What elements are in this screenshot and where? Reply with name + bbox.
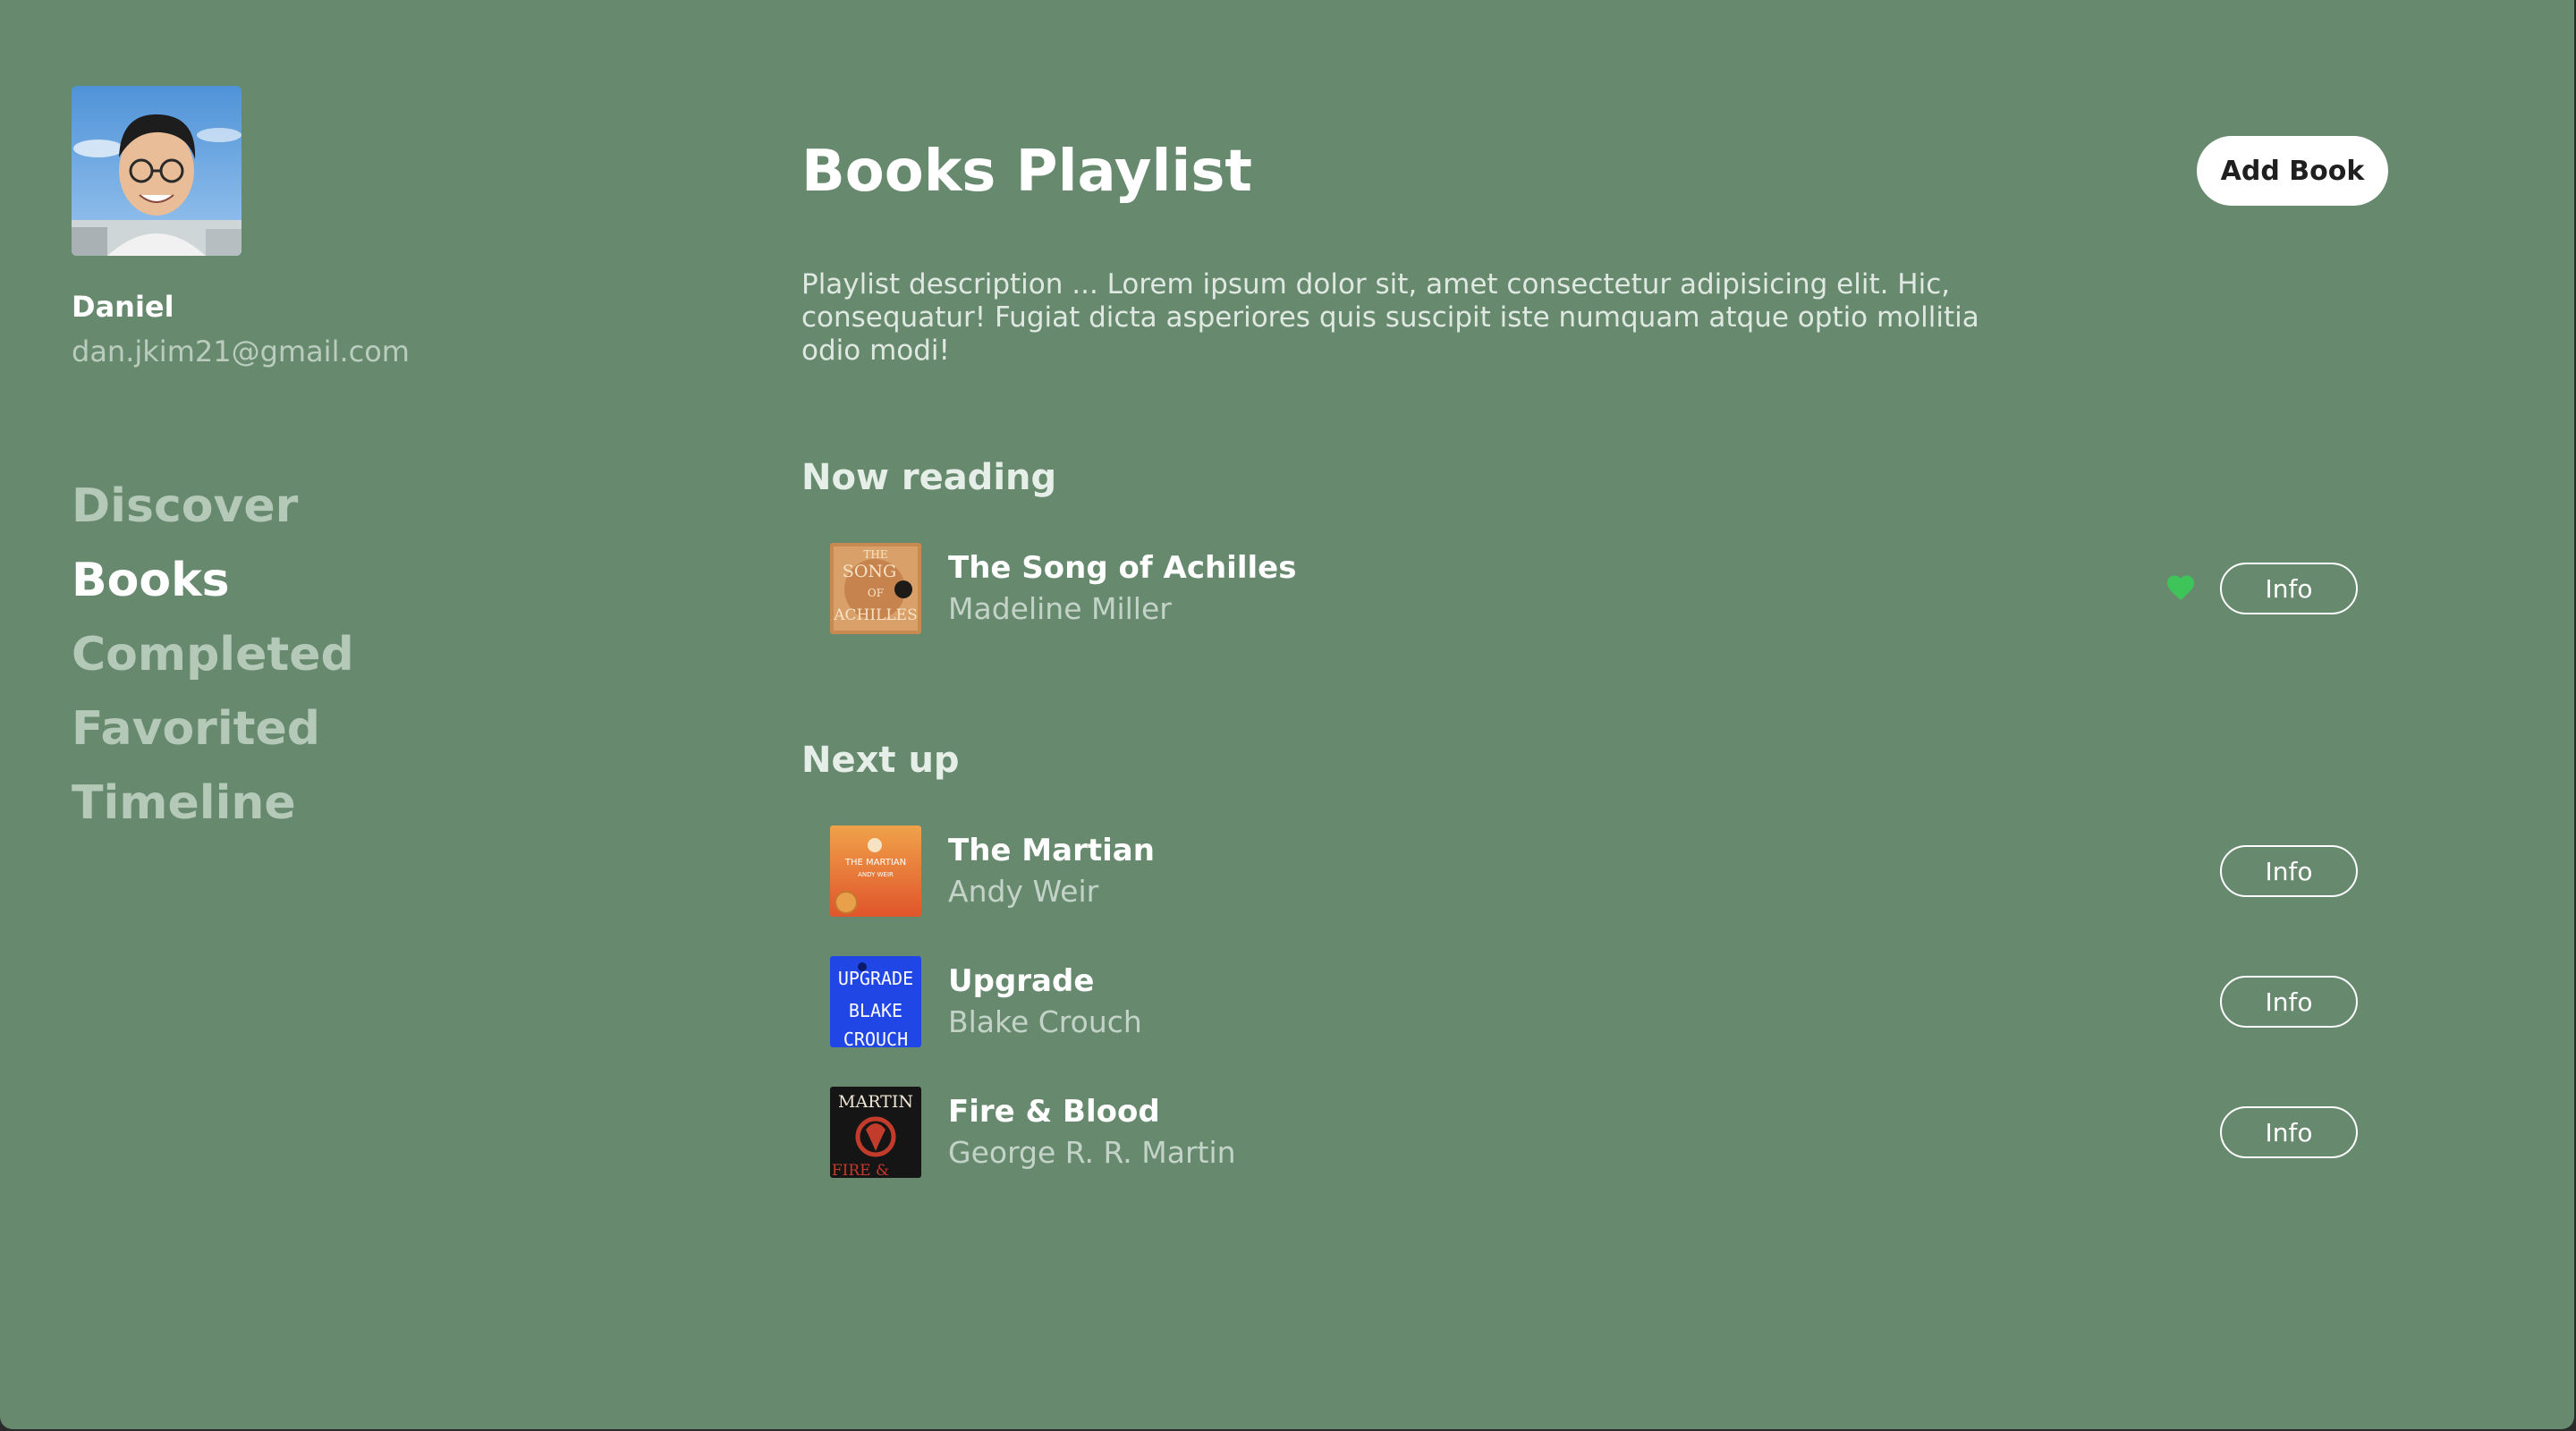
user-name: Daniel — [72, 290, 174, 324]
book-title: Fire & Blood — [948, 1094, 1160, 1130]
sidebar-nav: Discover Books Completed Favorited Timel… — [72, 470, 644, 841]
book-cover: THE MARTIAN ANDY WEIR — [830, 826, 921, 917]
cover-text: FIRE & — [832, 1162, 889, 1178]
next-up-list: THE MARTIAN ANDY WEIR The Martian Andy W… — [801, 826, 2394, 1178]
cover-text: ACHILLES — [833, 606, 917, 624]
sidebar-item-books[interactable]: Books — [72, 544, 644, 618]
playlist-description: Playlist description ... Lorem ipsum dol… — [801, 268, 1979, 367]
book-row[interactable]: MARTIN FIRE & Fire & Blood George R. R. … — [830, 1087, 2360, 1178]
cover-text: MARTIN — [838, 1092, 913, 1112]
next-up-heading: Next up — [801, 740, 960, 781]
heart-icon[interactable] — [2165, 572, 2197, 604]
info-button[interactable]: Info — [2220, 976, 2358, 1028]
cover-text: THE MARTIAN — [844, 858, 906, 868]
info-button[interactable]: Info — [2220, 845, 2358, 897]
cover-text: OF — [868, 587, 884, 599]
book-row[interactable]: THE MARTIAN ANDY WEIR The Martian Andy W… — [830, 826, 2360, 917]
book-row[interactable]: THE SONG OF ACHILLES The Song of Achille… — [830, 543, 2360, 634]
sidebar: Daniel dan.jkim21@gmail.com Discover Boo… — [72, 86, 644, 855]
cover-text: UPGRADE — [838, 968, 913, 989]
book-cover: THE SONG OF ACHILLES — [830, 543, 921, 634]
add-book-button[interactable]: Add Book — [2197, 136, 2388, 206]
user-email: dan.jkim21@gmail.com — [72, 334, 410, 369]
book-cover: MARTIN FIRE & — [830, 1087, 921, 1178]
book-author: Andy Weir — [948, 874, 1099, 909]
cover-text: SONG — [843, 562, 896, 581]
avatar[interactable] — [72, 86, 242, 256]
info-button[interactable]: Info — [2220, 1106, 2358, 1158]
book-title: Upgrade — [948, 963, 1095, 999]
sidebar-item-timeline[interactable]: Timeline — [72, 766, 644, 841]
app-window: Daniel dan.jkim21@gmail.com Discover Boo… — [0, 0, 2574, 1429]
cover-text: CROUCH — [843, 1029, 908, 1047]
sidebar-item-completed[interactable]: Completed — [72, 618, 644, 692]
info-button[interactable]: Info — [2220, 563, 2358, 614]
book-title: The Song of Achilles — [948, 550, 1297, 586]
cover-text: THE — [863, 548, 887, 561]
now-reading-list: THE SONG OF ACHILLES The Song of Achille… — [801, 543, 2394, 634]
book-title: The Martian — [948, 833, 1155, 868]
book-cover: UPGRADE BLAKE CROUCH — [830, 956, 921, 1047]
main-content: Books Playlist Add Book Playlist descrip… — [801, 134, 2394, 1178]
book-author: Madeline Miller — [948, 591, 1172, 626]
now-reading-heading: Now reading — [801, 457, 1057, 498]
cover-text: BLAKE — [849, 1000, 902, 1021]
sidebar-item-discover[interactable]: Discover — [72, 470, 644, 544]
book-author: George R. R. Martin — [948, 1135, 1236, 1170]
book-row[interactable]: UPGRADE BLAKE CROUCH Upgrade Blake Crouc… — [830, 956, 2360, 1047]
page-title: Books Playlist — [801, 139, 1252, 205]
cover-text: ANDY WEIR — [858, 871, 894, 878]
sidebar-item-favorited[interactable]: Favorited — [72, 692, 644, 766]
book-author: Blake Crouch — [948, 1004, 1142, 1039]
